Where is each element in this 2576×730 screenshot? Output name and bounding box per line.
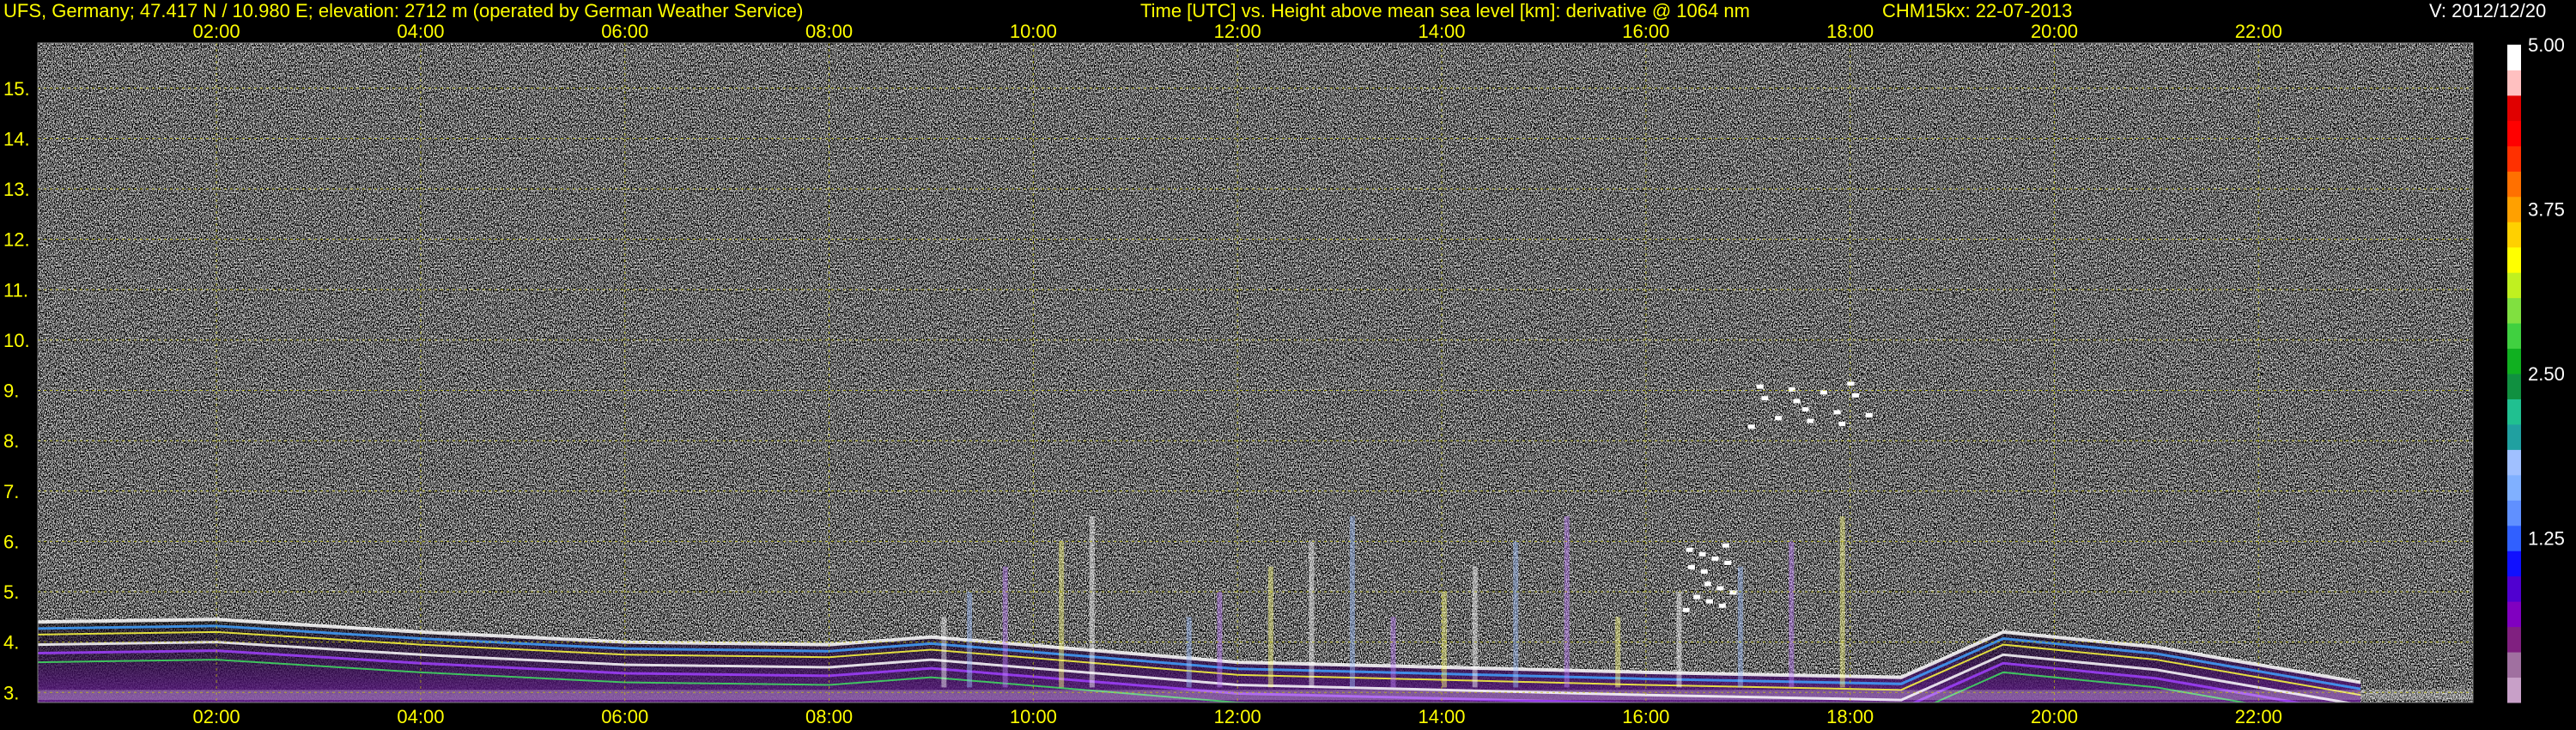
colorbar-segment [2507,423,2521,450]
x-tick-label-top: 16:00 [1622,21,1669,42]
colorbar-segment [2507,222,2521,248]
convective-streak [1789,541,1795,688]
x-tick-label-top: 08:00 [805,21,853,42]
convective-streak [941,617,947,688]
x-tick-label-top: 14:00 [1418,21,1465,42]
colorbar-segment [2507,120,2521,147]
convective-streak [1267,566,1273,688]
convective-streak [1737,566,1743,688]
convective-streak [1839,516,1845,688]
colorbar-segment [2507,525,2521,551]
x-tick-label-top: 22:00 [2235,21,2282,42]
y-tick-label: 6. [3,531,19,552]
x-tick-label-bottom: 10:00 [1010,706,1057,727]
colorbar-tick-label: 5.00 [2528,34,2565,56]
convective-streak [967,592,973,688]
colorbar-segment [2507,601,2521,628]
convective-streak [1513,541,1519,688]
colorbar-segment [2507,246,2521,273]
y-tick-label: 5. [3,581,19,603]
convective-streak [1390,617,1396,688]
convective-streak [1089,516,1095,688]
colorbar-segment [2507,449,2521,476]
x-tick-label-top: 02:00 [193,21,240,42]
colorbar-segment [2507,348,2521,374]
convective-streak [1002,566,1008,688]
x-tick-label-bottom: 06:00 [601,706,648,727]
x-tick-label-bottom: 14:00 [1418,706,1465,727]
colorbar-segment [2507,145,2521,172]
colorbar-segment [2507,196,2521,222]
y-tick-label: 12. [3,229,30,251]
colorbar-segment [2507,45,2521,70]
y-tick-label: 13. [3,179,30,200]
colorbar-segment [2507,575,2521,602]
colorbar-segment [2507,70,2521,96]
colorbar-segment [2507,374,2521,399]
x-tick-label-top: 06:00 [601,21,648,42]
convective-streak [1676,592,1682,688]
y-tick-label: 15. [3,78,30,100]
y-tick-label: 3. [3,682,19,703]
x-tick-label-bottom: 04:00 [397,706,444,727]
x-tick-label-bottom: 18:00 [1826,706,1874,727]
colorbar-tick-label: 3.75 [2528,199,2565,221]
colorbar-segment [2507,677,2521,703]
y-tick-label: 10. [3,330,30,351]
colorbar-segment [2507,652,2521,678]
x-tick-label-top: 04:00 [397,21,444,42]
x-tick-label-bottom: 16:00 [1622,706,1669,727]
colorbar-segment [2507,272,2521,299]
x-tick-label-top: 20:00 [2031,21,2078,42]
convective-streak [1217,592,1223,688]
x-tick-label-bottom: 12:00 [1214,706,1261,727]
x-tick-label-top: 12:00 [1214,21,1261,42]
convective-streak [1472,566,1478,688]
colorbar-segment [2507,474,2521,501]
x-tick-label-top: 10:00 [1010,21,1057,42]
colorbar-segment [2507,94,2521,121]
x-tick-label-bottom: 02:00 [193,706,240,727]
y-tick-label: 4. [3,632,19,654]
x-tick-label-bottom: 08:00 [805,706,853,727]
x-tick-label-bottom: 22:00 [2235,706,2282,727]
convective-streak [1309,541,1315,688]
convective-streak [1349,516,1355,688]
colorbar-tick-label: 1.25 [2528,528,2565,550]
colorbar-tick-label: 2.50 [2528,363,2565,385]
y-tick-label: 11. [3,279,28,301]
near-ground-band [38,690,2473,701]
colorbar-segment [2507,551,2521,577]
convective-streak [1442,592,1448,688]
convective-streak [1615,617,1621,688]
y-tick-label: 8. [3,430,19,452]
x-tick-label-top: 18:00 [1826,21,1874,42]
y-tick-label: 14. [3,128,30,149]
colorbar-segment [2507,171,2521,198]
y-tick-label: 7. [3,481,19,502]
colorbar-segment [2507,500,2521,526]
convective-streak [1186,617,1192,688]
convective-streak [1059,541,1065,688]
convective-streak [1564,516,1570,688]
colorbar-segment [2507,297,2521,324]
colorbar-segment [2507,323,2521,350]
colorbar-segment [2507,626,2521,653]
y-tick-label: 9. [3,380,19,402]
signal-noise [38,43,2473,703]
colorbar-segment [2507,398,2521,425]
lidar-plot: 02:00 02:00 04:00 04:00 06:00 06:00 08:00 08:00… [3,21,2565,727]
x-tick-label-bottom: 20:00 [2031,706,2078,727]
